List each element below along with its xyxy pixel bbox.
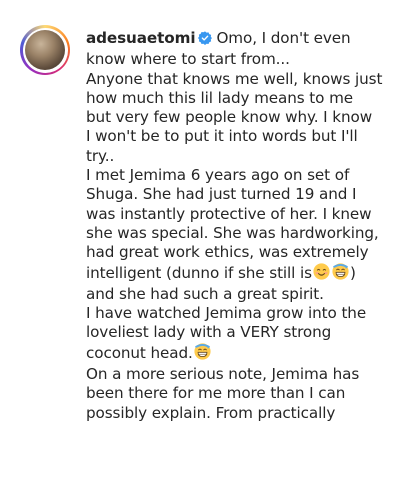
grinning-sweat-face-icon [332,262,349,285]
verified-badge-icon [198,31,213,50]
caption-line: but very few people know why. I know [86,108,373,127]
caption-fragment: coconut head. [86,343,193,362]
caption-line: coconut head. [86,343,412,365]
smiling-face-icon [313,262,330,285]
caption-line: intelligent (dunno if she still is) [86,262,412,285]
caption-text-start: Omo, I don't even [216,29,351,47]
caption-line: and she had such a great spirit. [86,284,324,303]
caption-fragment: ) [349,263,356,282]
caption-line: I met Jemima 6 years ago on set of [86,166,350,185]
username-link[interactable]: adesuaetomi [86,29,196,47]
avatar-image [25,30,65,70]
caption-line: Anyone that knows me well, knows just [86,69,383,88]
grinning-sweat-face-icon [194,343,211,365]
caption-line: Shuga. She had just turned 19 and I [86,185,357,204]
caption-line: loveliest lady with a VERY strong [86,323,332,342]
caption-text: adesuaetomi Omo, I don't even know where … [86,29,412,423]
avatar[interactable] [20,25,70,75]
caption-line: been there for me more than I can [86,384,346,403]
caption-line: know where to start from... [86,50,290,69]
caption-fragment: intelligent (dunno if she still is [86,263,312,282]
caption-line: possibly explain. From practically [86,403,336,422]
caption-line: how much this lil lady means to me [86,88,354,107]
caption-line: I have watched Jemima grow into the [86,304,367,323]
caption-line: was instantly protective of her. I knew [86,204,372,223]
caption-line: adesuaetomi Omo, I don't even [86,29,412,50]
caption-line: she was special. She was hardworking, [86,223,379,242]
caption-line: I won't be to put it into words but I'll [86,127,358,146]
caption-line: try.. [86,146,115,165]
caption-line: On a more serious note, Jemima has [86,365,360,384]
caption-line: had great work ethics, was extremely [86,243,369,262]
avatar-ring-gap [22,27,68,73]
